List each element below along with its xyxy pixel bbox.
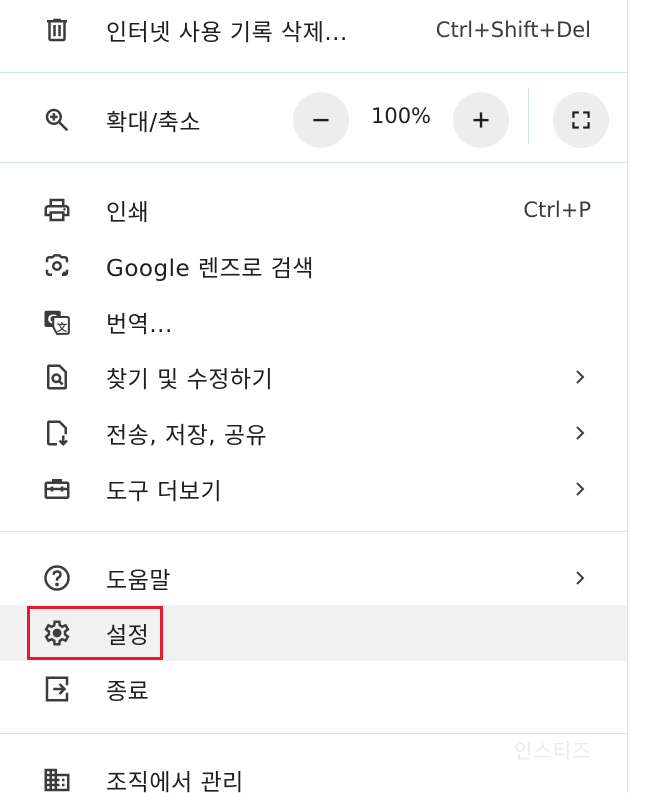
- chevron-right-icon: [571, 424, 589, 442]
- menu-item-find-edit[interactable]: 찾기 및 수정하기: [0, 349, 627, 405]
- menu-divider: [0, 531, 627, 532]
- menu-item-settings[interactable]: 설정: [0, 605, 627, 661]
- fullscreen-button[interactable]: [553, 92, 609, 148]
- menu-item-google-lens[interactable]: Google 렌즈로 검색: [0, 238, 627, 294]
- menu-item-label: 찾기 및 수정하기: [106, 367, 274, 393]
- menu-item-label: Google 렌즈로 검색: [106, 256, 315, 282]
- help-circle-icon: [42, 563, 72, 593]
- menu-item-translate[interactable]: G文 번역...: [0, 294, 627, 350]
- shortcut-text: Ctrl+P: [523, 198, 591, 222]
- menu-item-label: 번역...: [106, 312, 173, 338]
- printer-icon: [42, 195, 72, 225]
- menu-item-label: 인터넷 사용 기록 삭제...: [106, 20, 348, 46]
- minus-icon: [313, 118, 329, 122]
- menu-item-label: 확대/축소: [106, 110, 201, 136]
- zoom-separator: [528, 88, 529, 144]
- menu-item-label: 도구 더보기: [106, 479, 223, 505]
- menu-item-exit[interactable]: 종료: [0, 661, 627, 717]
- gear-icon: [42, 618, 72, 648]
- find-page-icon: [42, 362, 72, 392]
- toolbox-icon: [42, 474, 72, 504]
- shortcut-text: Ctrl+Shift+Del: [435, 18, 591, 42]
- menu-item-label: 설정: [106, 623, 150, 649]
- menu-item-label: 조직에서 관리: [106, 770, 244, 793]
- fullscreen-icon: [572, 111, 590, 129]
- menu-item-label: 인쇄: [106, 200, 150, 226]
- zoom-out-button[interactable]: [293, 92, 349, 148]
- menu-item-label: 종료: [106, 679, 150, 705]
- menu-divider: [0, 162, 627, 163]
- menu-item-clear-history[interactable]: 인터넷 사용 기록 삭제... Ctrl+Shift+Del: [0, 2, 627, 58]
- zoom-in-icon: [42, 105, 72, 135]
- menu-item-label: 전송, 저장, 공유: [106, 423, 268, 449]
- menu-item-label: 도움말: [106, 568, 171, 594]
- translate-icon: G文: [42, 307, 72, 337]
- zoom-level: 100%: [370, 104, 432, 128]
- menu-item-more-tools[interactable]: 도구 더보기: [0, 461, 627, 517]
- menu-item-cast-save-share[interactable]: 전송, 저장, 공유: [0, 405, 627, 461]
- chevron-right-icon: [571, 569, 589, 587]
- file-download-icon: [42, 418, 72, 448]
- menu-right-border: [627, 0, 628, 793]
- exit-icon: [42, 674, 72, 704]
- watermark: 인스티즈: [514, 739, 592, 763]
- trash-icon: [42, 15, 72, 45]
- zoom-in-button[interactable]: [453, 92, 509, 148]
- chrome-menu: 인터넷 사용 기록 삭제... Ctrl+Shift+Del 확대/축소 100…: [0, 0, 645, 793]
- menu-divider: [0, 72, 627, 73]
- chevron-right-icon: [571, 368, 589, 386]
- google-lens-icon: [42, 251, 72, 281]
- building-icon: [42, 765, 72, 793]
- menu-item-help[interactable]: 도움말: [0, 550, 627, 606]
- menu-divider: [0, 733, 627, 734]
- svg-text:文: 文: [57, 321, 68, 334]
- menu-item-print[interactable]: 인쇄 Ctrl+P: [0, 182, 627, 238]
- chevron-right-icon: [571, 480, 589, 498]
- plus-icon: [473, 112, 489, 128]
